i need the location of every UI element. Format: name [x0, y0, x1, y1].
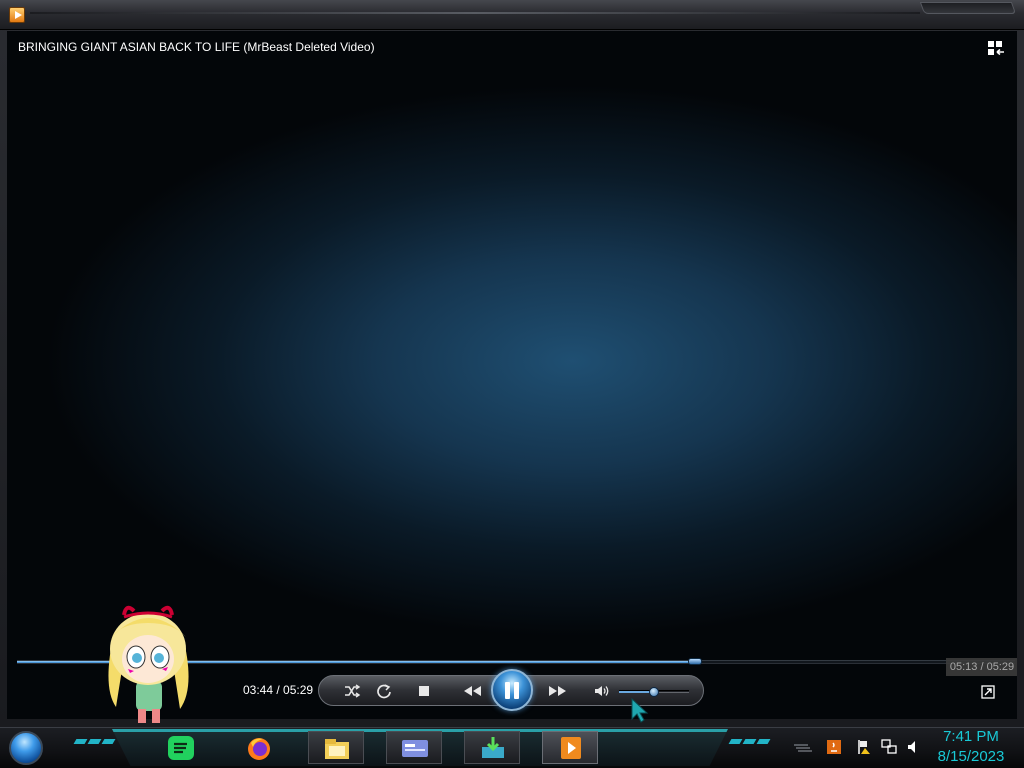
control-panel-icon [402, 740, 428, 757]
pause-button[interactable] [491, 669, 533, 711]
taskbar-accent [756, 739, 771, 744]
taskbar-accent [728, 739, 743, 744]
taskbar-accent [742, 739, 757, 744]
volume-icon[interactable] [906, 739, 922, 755]
download-icon [482, 737, 504, 758]
taskbar-app-control-panel[interactable] [386, 731, 442, 764]
volume-slider[interactable] [619, 687, 689, 697]
title-bar-grip [919, 2, 1017, 14]
media-player-icon [561, 737, 581, 759]
taskbar-accent [101, 739, 116, 744]
taskbar-app-file-explorer[interactable] [308, 731, 364, 764]
clock-time[interactable]: 7:41 PM [930, 728, 1012, 746]
spotify-icon [168, 736, 194, 760]
taskbar-accent [73, 739, 88, 744]
media-player-app-icon[interactable] [9, 7, 25, 23]
stop-icon[interactable] [415, 683, 433, 699]
previous-icon[interactable] [461, 683, 483, 699]
video-title: BRINGING GIANT ASIAN BACK TO LIFE (MrBea… [18, 40, 375, 54]
taskbar-app-media-player[interactable] [542, 731, 598, 764]
taskbar-app-spotify[interactable] [152, 731, 208, 764]
start-button[interactable] [9, 731, 43, 765]
next-icon[interactable] [547, 683, 569, 699]
taskbar: 7:41 PM 8/15/2023 [0, 728, 1024, 768]
taskbar-accent [87, 739, 102, 744]
time-readout: 03:44 / 05:29 [243, 683, 314, 697]
clock-date[interactable]: 8/15/2023 [930, 747, 1012, 766]
fullscreen-icon[interactable] [981, 685, 995, 699]
title-bar-divider [30, 12, 920, 14]
taskbar-app-firefox[interactable] [230, 731, 286, 764]
show-hidden-icons-icon[interactable] [790, 739, 814, 755]
repeat-icon[interactable] [375, 683, 393, 699]
network-icon[interactable] [881, 739, 897, 755]
java-icon[interactable] [826, 739, 842, 755]
firefox-icon [248, 738, 270, 760]
taskbar-app-download[interactable] [464, 731, 520, 764]
volume-slider-thumb[interactable] [649, 687, 659, 697]
file-explorer-icon [325, 739, 349, 759]
action-center-flag-icon[interactable] [856, 739, 872, 755]
mouse-cursor [631, 697, 649, 723]
switch-to-library-icon[interactable] [987, 40, 1005, 56]
title-bar[interactable] [0, 0, 1024, 30]
seek-bar-thumb[interactable] [687, 658, 702, 665]
seek-hover-time-tooltip: 05:13 / 05:29 [946, 658, 1017, 676]
speaker-icon[interactable] [593, 683, 611, 699]
shuffle-icon[interactable] [343, 683, 361, 699]
cartoon-mascot-image [108, 605, 189, 723]
